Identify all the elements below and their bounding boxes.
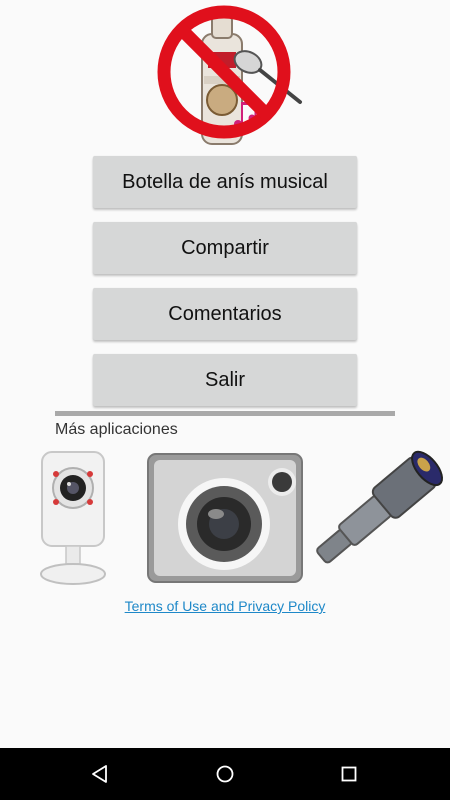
musical-bottle-button[interactable]: Botella de anís musical bbox=[93, 156, 357, 208]
comments-button[interactable]: Comentarios bbox=[93, 288, 357, 340]
home-circle-icon[interactable] bbox=[213, 762, 237, 786]
security-camera-app-icon[interactable] bbox=[38, 450, 108, 588]
exit-button[interactable]: Salir bbox=[93, 354, 357, 406]
terms-privacy-link[interactable]: Terms of Use and Privacy Policy bbox=[0, 598, 450, 614]
navigation-bar bbox=[0, 748, 450, 800]
section-divider bbox=[55, 411, 395, 416]
share-button[interactable]: Compartir bbox=[93, 222, 357, 274]
back-triangle-icon[interactable] bbox=[88, 762, 112, 786]
recents-square-icon[interactable] bbox=[337, 762, 361, 786]
camera-app-icon[interactable] bbox=[146, 452, 304, 584]
app-screen: Botella de anís musical Compartir Coment… bbox=[0, 0, 450, 800]
telescope-app-icon[interactable] bbox=[304, 446, 450, 580]
more-apps-title: Más aplicaciones bbox=[55, 421, 178, 438]
anise-bottle-logo bbox=[157, 5, 302, 145]
